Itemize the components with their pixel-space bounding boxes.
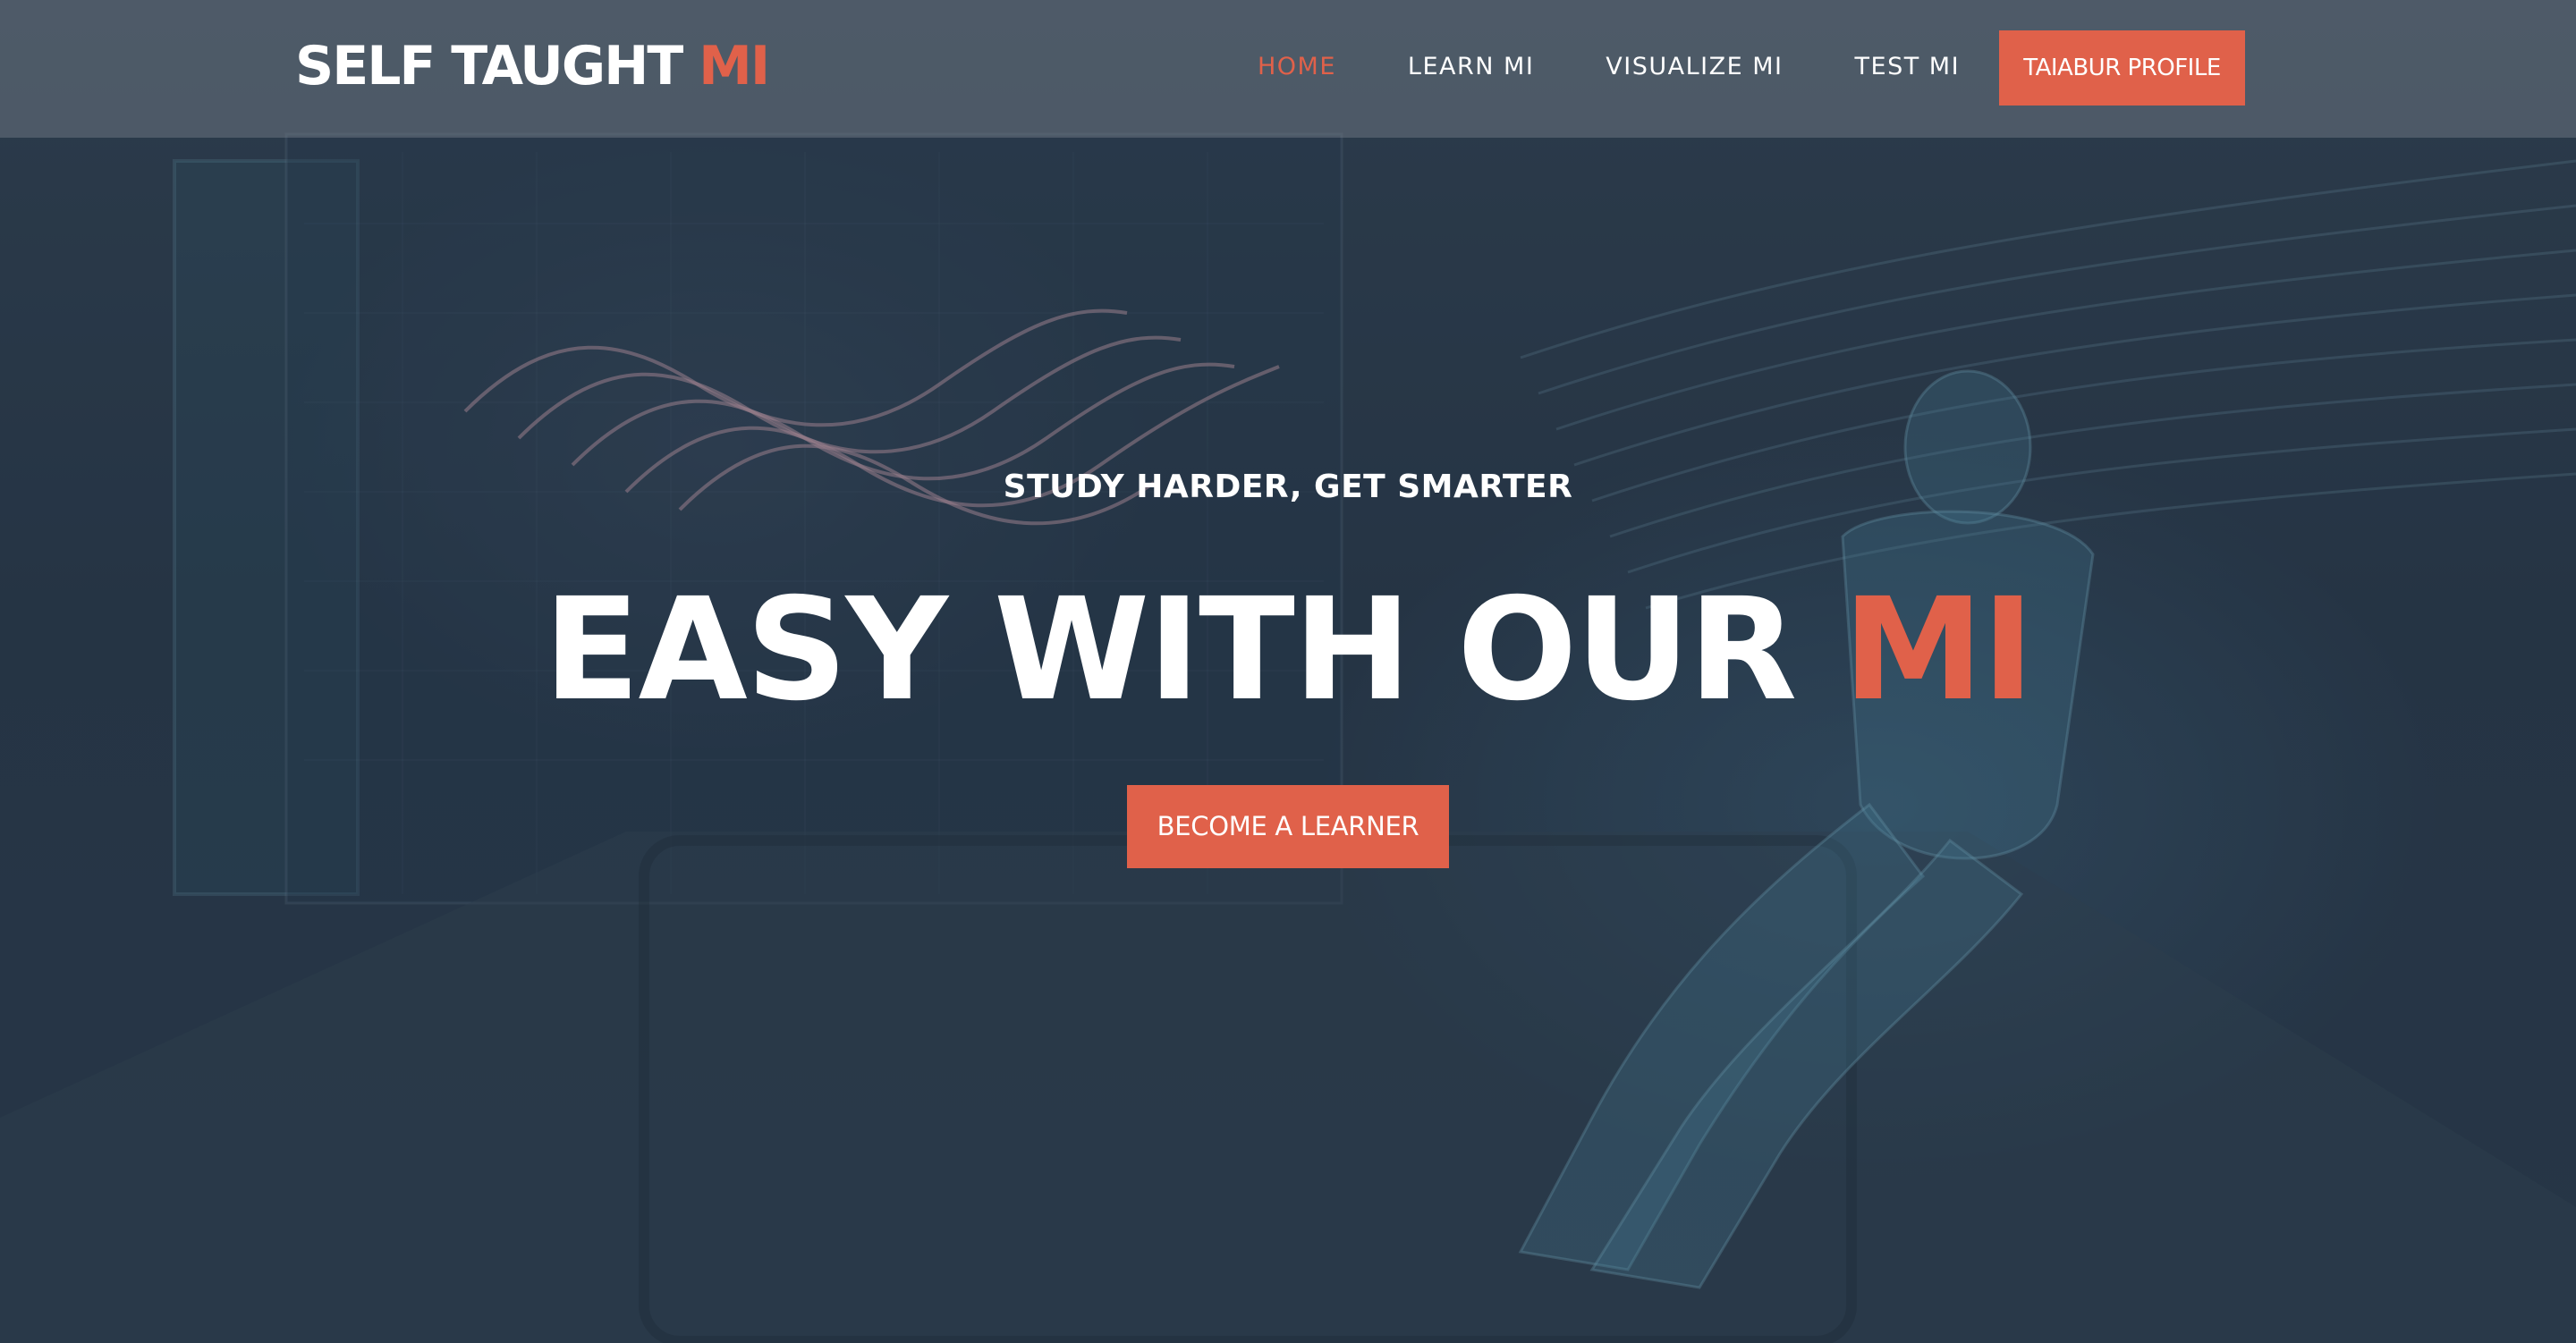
brand-logo[interactable]: SELF TAUGHT MI [295, 32, 770, 100]
nav-item-test-mi[interactable]: TEST MI [1855, 45, 1961, 89]
nav-item-learn-mi[interactable]: LEARN MI [1408, 45, 1534, 89]
become-learner-button[interactable]: BECOME A LEARNER [1127, 785, 1449, 868]
hero-headline: EASY WITH OUR MI [0, 565, 2576, 735]
brand-name-accent: MI [699, 35, 770, 97]
nav-item-visualize-mi[interactable]: VISUALIZE MI [1606, 45, 1783, 89]
nav-item-home[interactable]: HOME [1258, 45, 1336, 89]
hero-headline-accent: MI [1843, 568, 2034, 732]
main-nav: HOME LEARN MI VISUALIZE MI TEST MI [1258, 45, 2031, 89]
hero-eyebrow: STUDY HARDER, GET SMARTER [1003, 469, 1573, 505]
brand-name-main: SELF TAUGHT [295, 35, 683, 97]
top-navigation-bar: SELF TAUGHT MI HOME LEARN MI VISUALIZE M… [0, 0, 2576, 138]
profile-button[interactable]: TAIABUR PROFILE [1999, 30, 2245, 106]
hero-headline-main: EASY WITH OUR [543, 568, 1798, 732]
